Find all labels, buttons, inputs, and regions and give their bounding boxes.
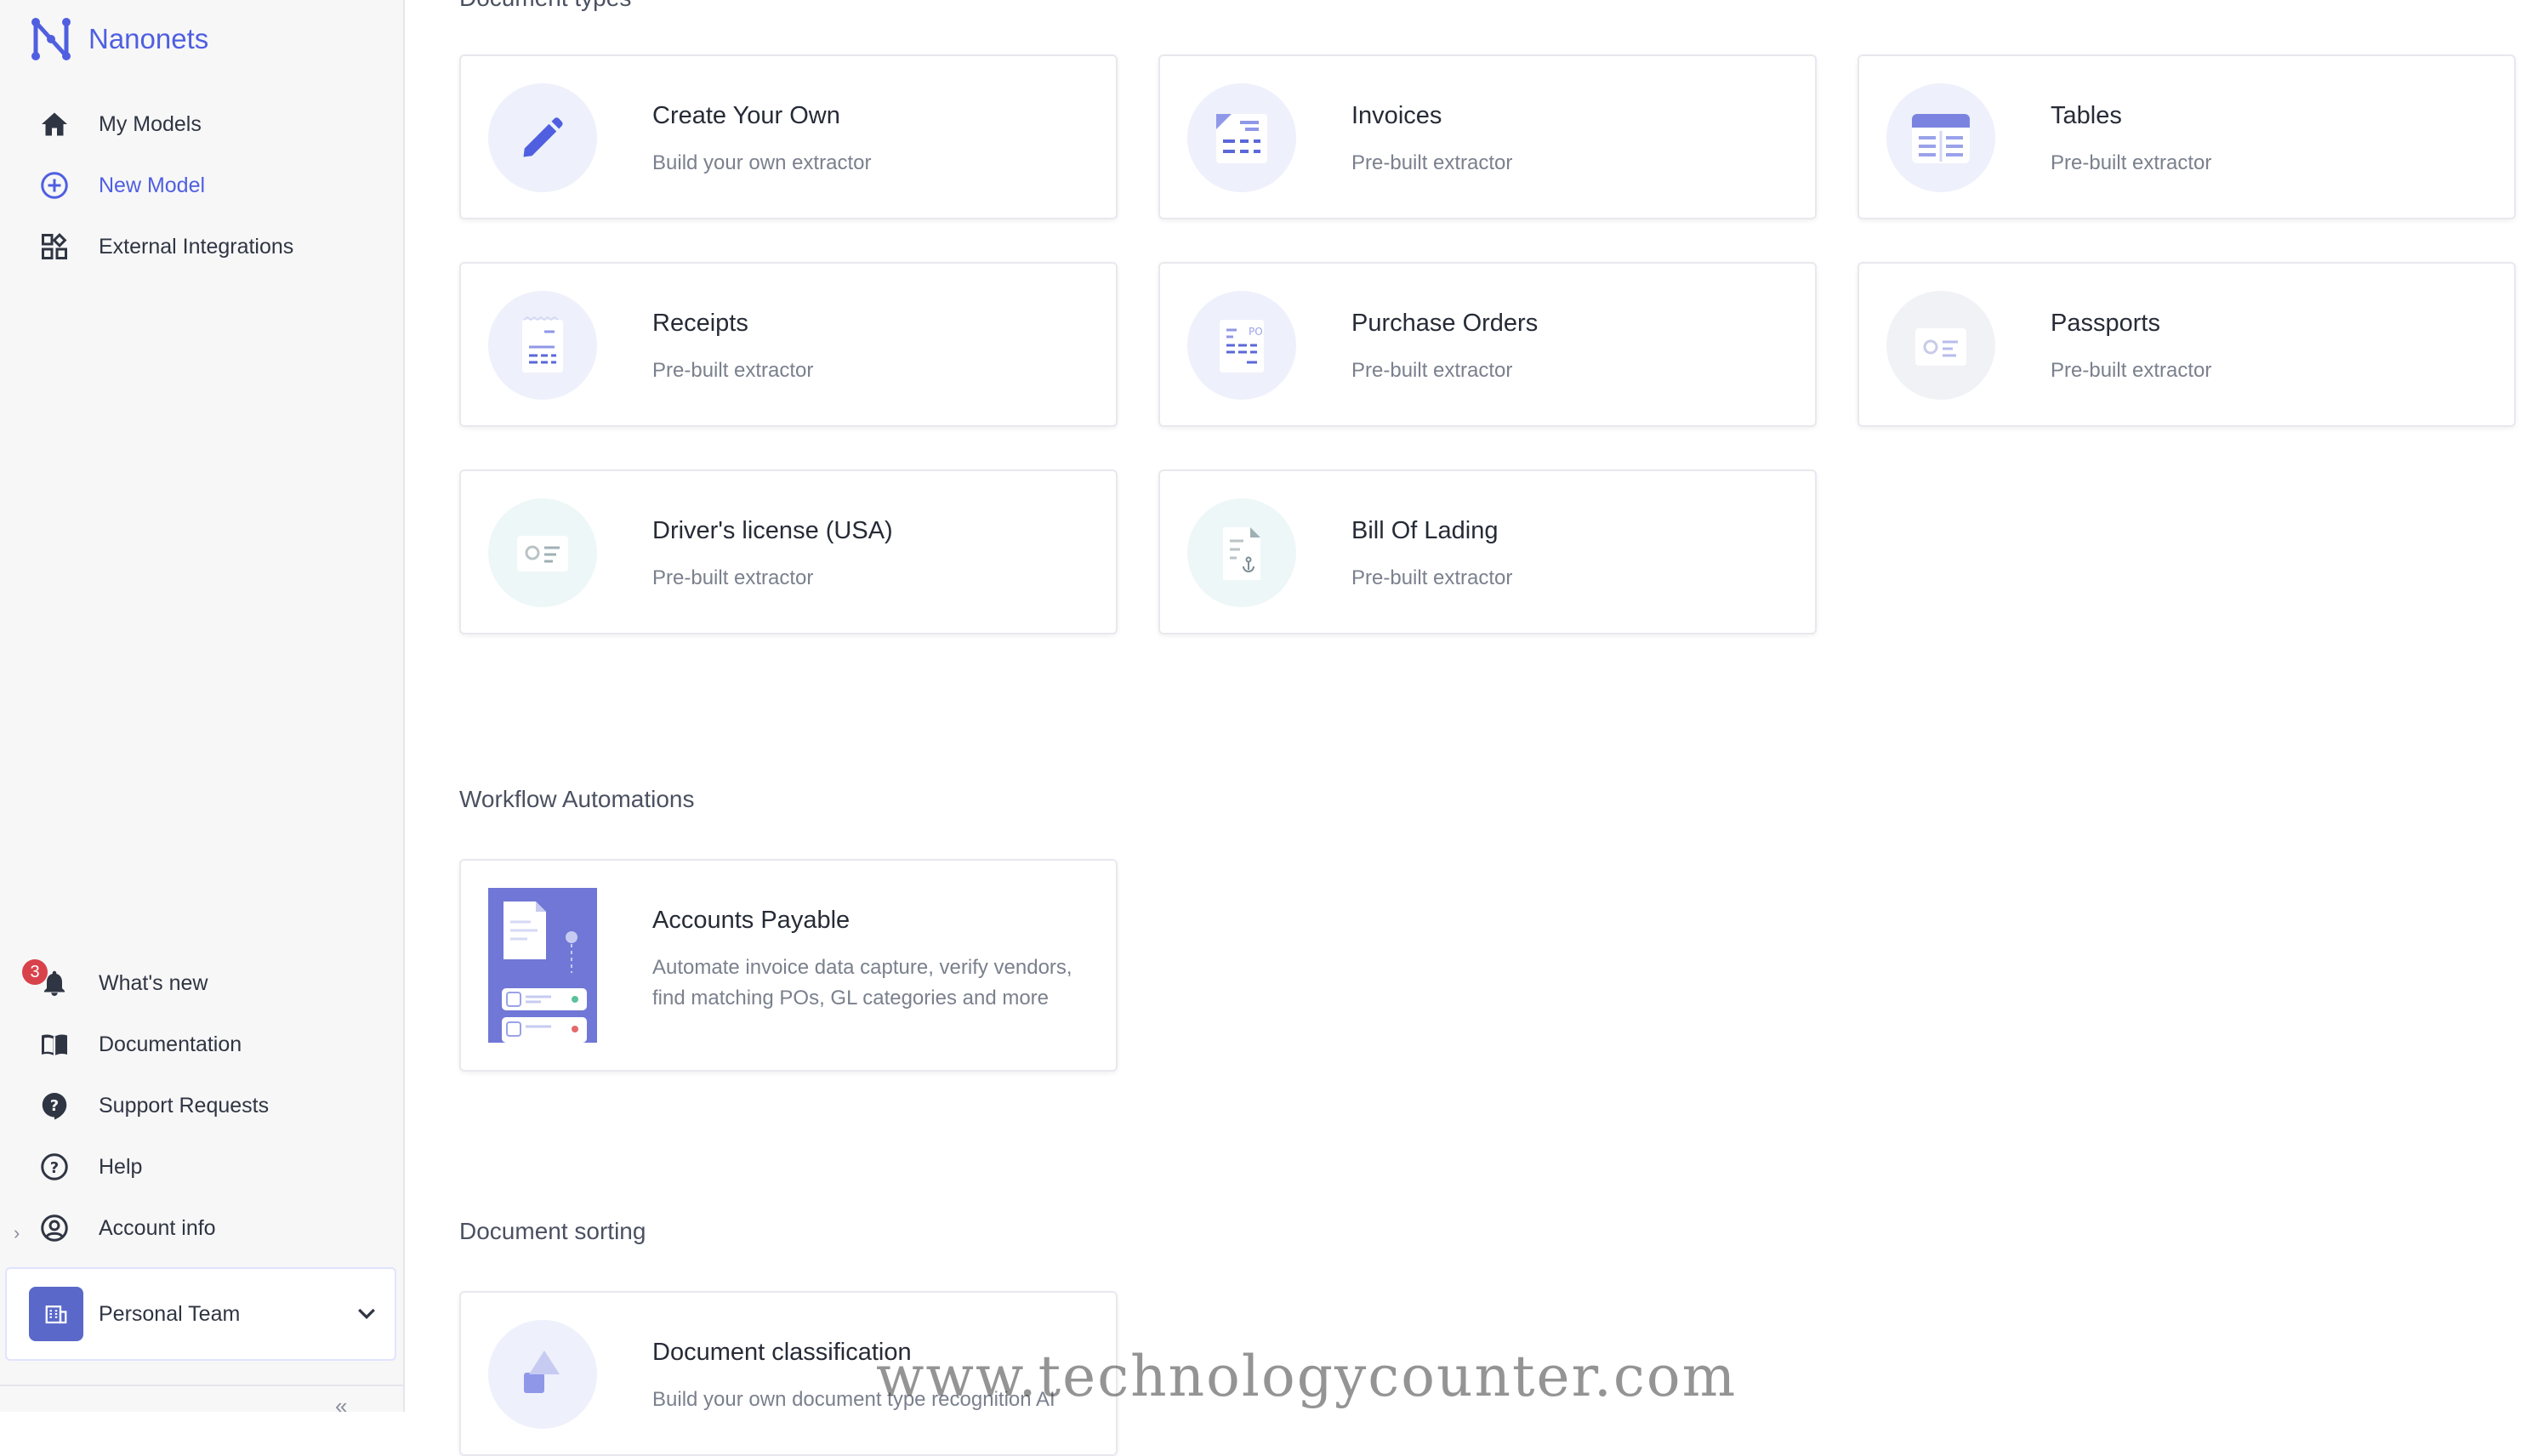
- nav-label: Account info: [99, 1215, 216, 1240]
- nav-whats-new[interactable]: 3 What's new: [22, 959, 208, 1007]
- card-title: Accounts Payable: [652, 907, 851, 934]
- watermark: www.technologycounter.com: [876, 1344, 1738, 1409]
- home-icon: [37, 107, 71, 141]
- card-accounts-payable[interactable]: Accounts Payable Automate invoice data c…: [459, 859, 1118, 1072]
- card-receipts[interactable]: Receipts Pre-built extractor: [459, 262, 1118, 427]
- add-circle-icon: [37, 168, 71, 202]
- card-subtitle: Pre-built extractor: [2051, 359, 2212, 382]
- card-title: Passports: [2051, 310, 2160, 337]
- card-title: Bill Of Lading: [1351, 517, 1499, 544]
- card-subtitle: Automate invoice data capture, verify ve…: [652, 956, 1072, 1010]
- invoice-icon: [1187, 83, 1296, 192]
- nav-support-requests[interactable]: ? Support Requests: [37, 1082, 269, 1129]
- collapse-sidebar-icon[interactable]: «: [335, 1393, 347, 1419]
- pencil-icon: [488, 83, 597, 192]
- chevron-right-icon[interactable]: ›: [14, 1222, 20, 1244]
- svg-text:?: ?: [50, 1159, 59, 1177]
- card-create-your-own[interactable]: Create Your Own Build your own extractor: [459, 54, 1118, 219]
- chevron-down-icon: [358, 1308, 375, 1320]
- nanonets-logo-icon: [31, 18, 71, 60]
- nav-label: Documentation: [99, 1032, 242, 1056]
- nav-label: New Model: [99, 173, 206, 197]
- section-title-workflow-automations: Workflow Automations: [459, 786, 695, 812]
- receipt-icon: [488, 291, 597, 400]
- card-subtitle: Pre-built extractor: [2051, 151, 2212, 174]
- account-icon: [37, 1211, 71, 1245]
- card-purchase-orders[interactable]: PO Purchase Orders Pre-built extractor: [1158, 262, 1817, 427]
- integrations-icon: [37, 230, 71, 264]
- nav-my-models[interactable]: My Models: [37, 100, 202, 148]
- passport-icon: [1886, 291, 1995, 400]
- bill-of-lading-icon: [1187, 498, 1296, 607]
- card-invoices[interactable]: Invoices Pre-built extractor: [1158, 54, 1817, 219]
- nav-label: What's new: [99, 970, 208, 995]
- bell-icon: 3: [22, 959, 71, 1000]
- card-subtitle: Pre-built extractor: [652, 566, 814, 589]
- nav-label: External Integrations: [99, 234, 294, 259]
- nav-account-info[interactable]: Account info: [37, 1204, 216, 1252]
- card-title: Driver's license (USA): [652, 517, 893, 544]
- card-subtitle: Pre-built extractor: [1351, 566, 1513, 589]
- sidebar: Nanonets My Models New Model External In…: [0, 0, 405, 1419]
- team-selector[interactable]: Personal Team: [5, 1267, 396, 1361]
- card-bill-of-lading[interactable]: Bill Of Lading Pre-built extractor: [1158, 469, 1817, 634]
- card-title: Document classification: [652, 1339, 912, 1366]
- nav-external-integrations[interactable]: External Integrations: [37, 223, 293, 270]
- nav-label: Support Requests: [99, 1093, 270, 1118]
- card-subtitle: Pre-built extractor: [652, 359, 814, 382]
- card-subtitle: Pre-built extractor: [1351, 151, 1513, 174]
- svg-text:PO: PO: [1249, 326, 1263, 338]
- card-title: Receipts: [652, 310, 748, 337]
- team-label: Personal Team: [99, 1301, 241, 1326]
- nav-label: My Models: [99, 111, 202, 136]
- svg-text:?: ?: [50, 1097, 59, 1115]
- support-icon: ?: [37, 1089, 71, 1123]
- section-title-document-types: Document types: [459, 0, 631, 12]
- building-icon: [29, 1287, 83, 1341]
- help-icon: ?: [37, 1150, 71, 1184]
- nav-new-model[interactable]: New Model: [37, 162, 205, 209]
- nav-label: Help: [99, 1154, 143, 1179]
- nav-documentation[interactable]: Documentation: [37, 1021, 242, 1068]
- brand[interactable]: Nanonets: [29, 15, 208, 63]
- card-subtitle: Pre-built extractor: [1351, 359, 1513, 382]
- brand-name: Nanonets: [88, 23, 209, 54]
- drivers-license-icon: [488, 498, 597, 607]
- card-title: Create Your Own: [652, 102, 840, 129]
- shapes-icon: [488, 1320, 597, 1429]
- card-passports[interactable]: Passports Pre-built extractor: [1857, 262, 2516, 427]
- accounts-payable-illustration: [488, 888, 597, 1043]
- card-title: Purchase Orders: [1351, 310, 1539, 337]
- card-subtitle: Build your own extractor: [652, 151, 872, 174]
- card-drivers-license[interactable]: Driver's license (USA) Pre-built extract…: [459, 469, 1118, 634]
- card-tables[interactable]: Tables Pre-built extractor: [1857, 54, 2516, 219]
- book-icon: [37, 1027, 71, 1061]
- notification-badge: 3: [22, 959, 48, 985]
- section-title-document-sorting: Document sorting: [459, 1218, 646, 1244]
- purchase-order-icon: PO: [1187, 291, 1296, 400]
- card-title: Tables: [2051, 102, 2122, 129]
- card-title: Invoices: [1351, 102, 1442, 129]
- nav-help[interactable]: ? Help: [37, 1143, 142, 1191]
- table-icon: [1886, 83, 1995, 192]
